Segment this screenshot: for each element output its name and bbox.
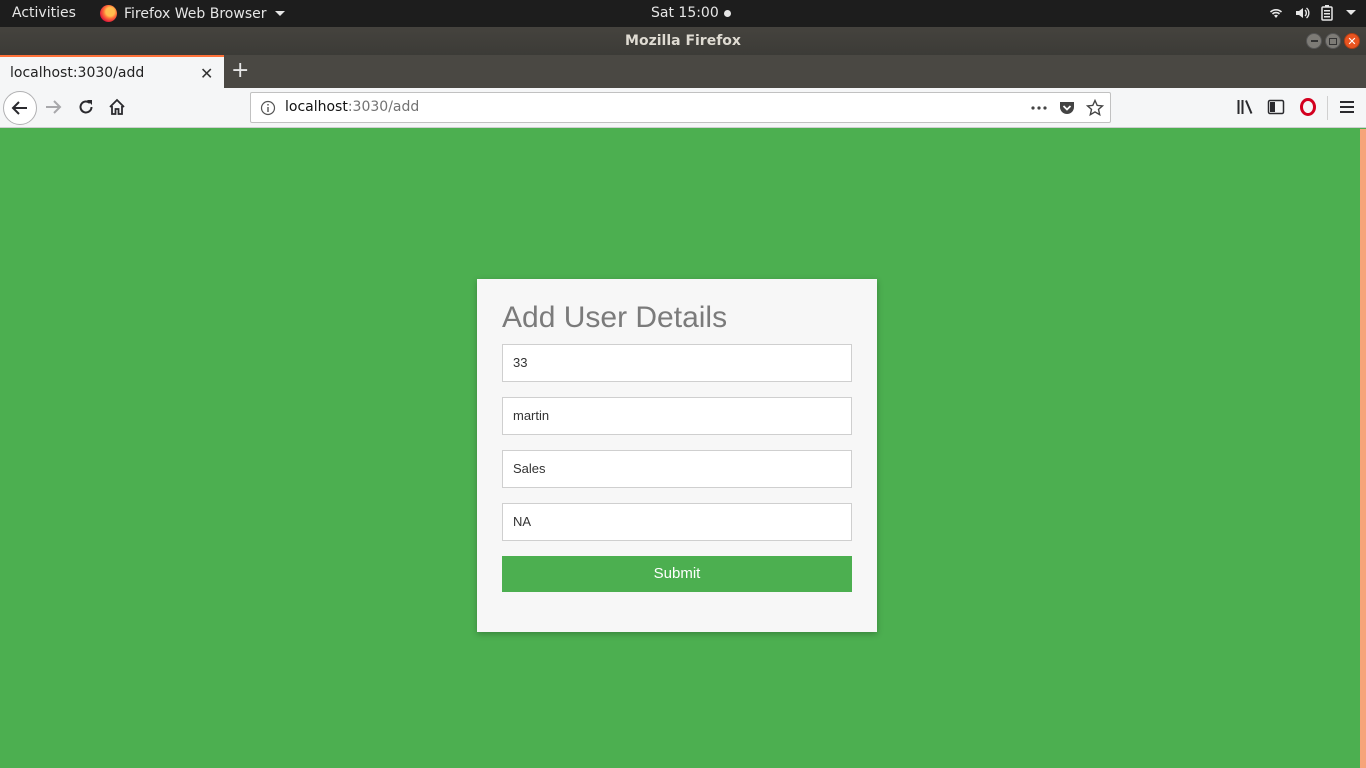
input-field-1[interactable]: 33 [502,344,852,382]
url-bar[interactable]: localhost:3030/add [250,92,1111,123]
info-icon[interactable] [260,100,276,116]
pocket-icon[interactable] [1058,99,1076,117]
form-title: Add User Details [502,301,728,334]
navigation-toolbar: localhost:3030/add [0,88,1366,128]
tab-title: localhost:3030/add [10,65,145,81]
chevron-down-icon [274,11,285,16]
window-title-bar: Mozilla Firefox ✕ [0,27,1366,55]
battery-icon [1321,5,1333,21]
app-menu[interactable]: Firefox Web Browser [100,5,285,22]
url-host: localhost [285,99,348,115]
bookmark-star-icon[interactable] [1086,99,1104,117]
tab-strip: localhost:3030/add ✕ + [0,55,1366,88]
toolbar-divider [1327,96,1328,120]
submit-button[interactable]: Submit [502,556,852,592]
home-button[interactable] [108,98,126,116]
page-actions-icon[interactable] [1030,99,1048,117]
input-field-2[interactable]: martin [502,397,852,435]
clock[interactable]: Sat 15:00 [651,5,731,21]
back-button[interactable] [3,91,37,125]
firefox-logo-icon [100,5,117,22]
library-icon[interactable] [1236,98,1254,116]
maximize-button[interactable] [1325,33,1341,49]
url-text: localhost:3030/add [285,99,419,115]
clock-label: Sat 15:00 [651,5,719,21]
close-window-button[interactable]: ✕ [1344,33,1360,49]
app-menu-label: Firefox Web Browser [124,5,267,22]
chevron-down-icon [1346,10,1356,15]
forward-button[interactable] [44,98,62,116]
minimize-button[interactable] [1306,33,1322,49]
page-scrollbar[interactable] [1360,129,1366,768]
hamburger-menu-icon[interactable] [1338,98,1356,116]
tab-active[interactable]: localhost:3030/add ✕ [0,55,224,88]
system-tray[interactable] [1268,4,1356,21]
new-tab-button[interactable]: + [231,58,249,83]
window-title: Mozilla Firefox [625,33,741,49]
sidebar-toggle-icon[interactable] [1267,98,1285,116]
add-user-form: Add User Details 33 martin Sales NA Subm… [477,279,877,632]
volume-icon [1296,6,1310,19]
system-top-bar: Activities Firefox Web Browser Sat 15:00 [0,0,1366,27]
arrow-left-icon [11,101,27,115]
window-controls: ✕ [1306,33,1360,49]
close-tab-icon[interactable]: ✕ [200,64,213,83]
url-path: :3030/add [347,99,420,115]
activities-button[interactable]: Activities [12,5,76,21]
notification-dot-icon [723,9,731,17]
opera-extension-icon[interactable] [1299,98,1317,116]
input-field-4[interactable]: NA [502,503,852,541]
input-field-3[interactable]: Sales [502,450,852,488]
reload-button[interactable] [77,98,95,116]
wifi-icon [1269,8,1283,18]
